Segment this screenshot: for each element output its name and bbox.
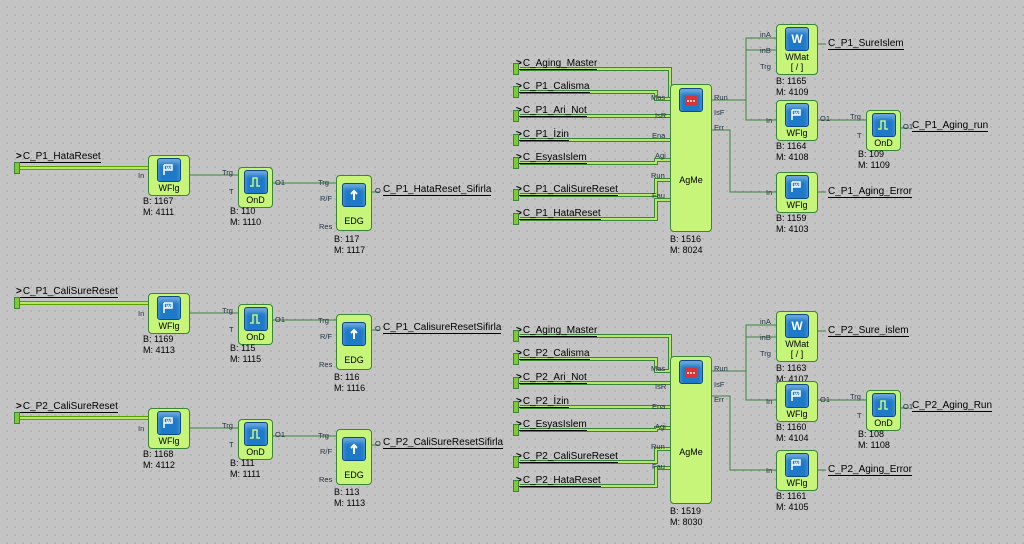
wmat-block[interactable]: W WMat[ / ] (776, 24, 818, 75)
wflg-block[interactable]: w WFlg (776, 172, 818, 213)
output-label: C_P1_SureIslem (828, 38, 904, 50)
wflg-icon: w (785, 175, 809, 199)
agme-icon (679, 360, 703, 384)
input-label: C_P1_CaliSureReset (16, 286, 118, 298)
wflg-icon: w (157, 411, 181, 435)
wflg-icon: w (785, 453, 809, 477)
input-label: C_P2_CaliSureReset (16, 401, 118, 413)
wflg-block[interactable]: w WFlg (148, 155, 190, 196)
svg-text:w: w (165, 304, 171, 310)
ond-icon (872, 113, 896, 137)
ond-block[interactable]: OnD (238, 419, 273, 460)
output-label: C_P2_Sure_islem (828, 325, 909, 337)
agme-block[interactable]: AgMe (670, 84, 712, 232)
wflg-block[interactable]: w WFlg (148, 408, 190, 449)
block-label: B: 117M: 1117 (334, 234, 365, 256)
edg-block[interactable]: EDG (336, 429, 372, 485)
ond-icon (244, 170, 268, 194)
svg-text:w: w (793, 392, 799, 398)
svg-text:w: w (165, 166, 171, 172)
wflg-block[interactable]: w WFlg (776, 381, 818, 422)
wflg-block[interactable]: w WFlg (148, 293, 190, 334)
svg-text:w: w (793, 461, 799, 467)
svg-text:w: w (165, 419, 171, 425)
wflg-block[interactable]: w WFlg (776, 450, 818, 491)
ond-icon (244, 307, 268, 331)
svg-text:w: w (793, 183, 799, 189)
wflg-icon: w (157, 296, 181, 320)
svg-text:w: w (793, 111, 799, 117)
wflg-icon: w (785, 103, 809, 127)
input-label: C_P1_HataReset (16, 151, 101, 163)
edg-icon (342, 322, 366, 346)
wmat-block[interactable]: W WMat[ / ] (776, 311, 818, 362)
agme-icon (679, 88, 703, 112)
input-terminal[interactable] (14, 412, 20, 424)
output-label: C_P2_Aging_Run (912, 400, 992, 412)
wflg-icon: w (785, 384, 809, 408)
output-label: C_P1_CalisureResetSifirla (383, 322, 501, 334)
ond-block[interactable]: OnD (866, 390, 901, 431)
output-label: C_P1_Aging_Error (828, 186, 912, 198)
ond-block[interactable]: OnD (238, 304, 273, 345)
output-label: C_P2_CaliSureResetSifirla (383, 437, 503, 449)
edg-icon (342, 183, 366, 207)
ond-block[interactable]: OnD (866, 110, 901, 151)
edg-block[interactable]: EDG (336, 175, 372, 231)
block-label: B: 110M: 1110 (230, 206, 261, 228)
ond-block[interactable]: OnD (238, 167, 273, 208)
output-label: C_P1_HataReset_Sifirla (383, 184, 491, 196)
wflg-icon: w (157, 158, 181, 182)
block-label: B: 1167M: 4111 (143, 196, 174, 218)
input-terminal[interactable] (14, 162, 20, 174)
agme-block[interactable]: AgMe (670, 356, 712, 504)
wflg-block[interactable]: w WFlg (776, 100, 818, 141)
ond-icon (244, 422, 268, 446)
edg-block[interactable]: EDG (336, 314, 372, 370)
wmat-icon: W (785, 314, 809, 338)
output-label: C_P2_Aging_Error (828, 464, 912, 476)
output-label: C_P1_Aging_run (912, 120, 988, 132)
input-terminal[interactable] (14, 297, 20, 309)
wmat-icon: W (785, 27, 809, 51)
edg-icon (342, 437, 366, 461)
ond-icon (872, 393, 896, 417)
